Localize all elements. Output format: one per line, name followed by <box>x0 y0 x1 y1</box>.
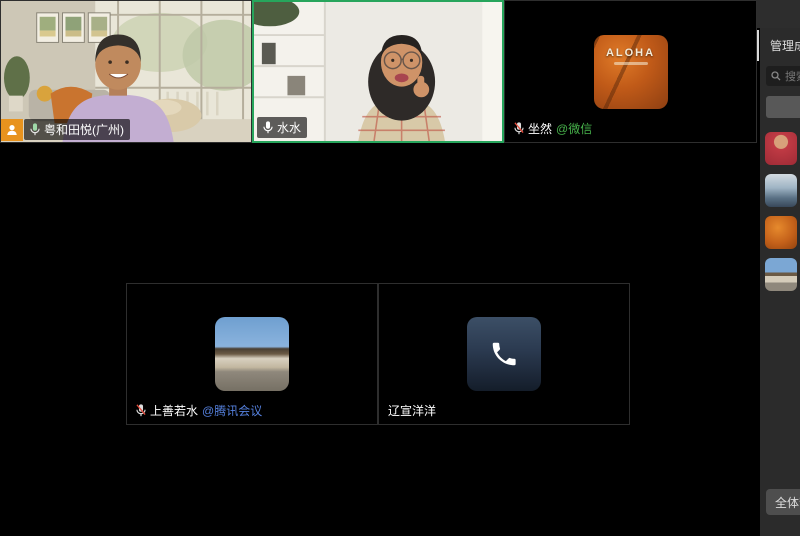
host-badge <box>1 119 23 141</box>
panel-filter-button[interactable] <box>766 96 800 118</box>
avatar-aloha-subtext <box>614 62 648 65</box>
name-label: 水水 <box>257 117 307 138</box>
name-label: 上善若水@腾讯会议 <box>130 400 268 421</box>
host-person-icon <box>6 124 18 136</box>
avatar <box>215 317 289 391</box>
participant-name: 辽宣洋洋 <box>388 402 436 419</box>
participant-thumbnail-shangshan[interactable] <box>765 258 797 291</box>
participant-name: 坐然 <box>528 120 552 137</box>
mic-muted-icon <box>514 122 524 135</box>
video-tile-liaoxuanyangyang[interactable]: 辽宣洋洋 <box>378 283 630 425</box>
avatar <box>467 317 541 391</box>
mic-muted-icon <box>136 404 146 417</box>
search-input[interactable]: 搜索 <box>766 66 800 86</box>
phone-icon <box>489 339 519 369</box>
participant-thumbnail-zuoran[interactable] <box>765 216 797 249</box>
mute-all-button[interactable]: 全体静音 <box>766 489 800 515</box>
participant-name: 粤和田悦(广州) <box>44 121 124 138</box>
search-placeholder: 搜索 <box>785 68 800 84</box>
participant-name: 水水 <box>277 119 301 136</box>
mic-on-icon <box>30 123 40 136</box>
video-tile-shangshanruoshui[interactable]: 上善若水@腾讯会议 <box>126 283 378 425</box>
video-tile-yuehetianyue[interactable]: 粤和田悦(广州) <box>0 0 252 143</box>
video-tile-zuoran[interactable]: ALOHA 坐然@微信 <box>504 0 757 143</box>
participant-thumbnail-shuishui[interactable] <box>765 132 797 165</box>
participant-source: @微信 <box>556 120 592 137</box>
name-label: 坐然@微信 <box>508 118 598 139</box>
avatar: ALOHA <box>594 35 668 109</box>
participant-source: @腾讯会议 <box>202 402 262 419</box>
participant-thumbnail-liaoxuan[interactable] <box>765 174 797 207</box>
participant-name: 上善若水 <box>150 402 198 419</box>
meeting-window: 粤和田悦(广州)预定的会议 免费版 正在讲话: 水水 管理成员 搜索 <box>0 0 800 536</box>
participant-thumbnail-list <box>765 132 800 291</box>
name-label: 辽宣洋洋 <box>382 400 442 421</box>
member-panel: 管理成员 搜索 全体静音 <box>760 28 800 536</box>
video-tile-shuishui[interactable]: 水水 <box>252 0 504 143</box>
mic-on-icon <box>263 121 273 134</box>
panel-title: 管理成员 <box>770 37 800 54</box>
search-icon <box>771 71 781 81</box>
name-label: 粤和田悦(广州) <box>24 119 130 140</box>
avatar-aloha-text: ALOHA <box>606 47 655 59</box>
